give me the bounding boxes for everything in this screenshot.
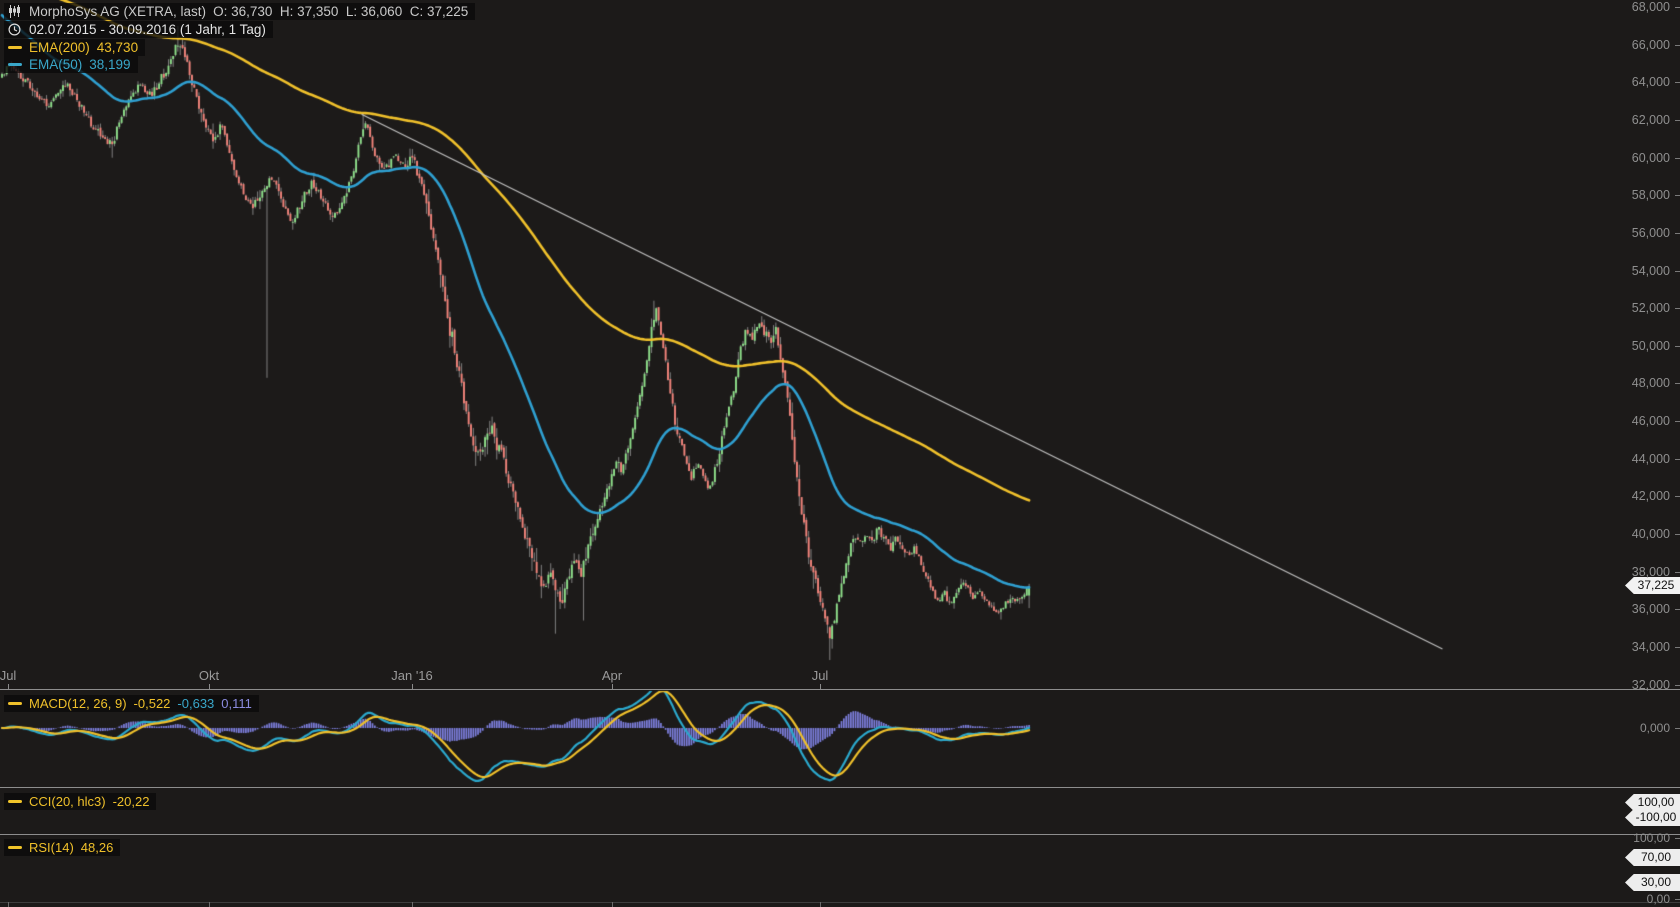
price-tick-label: 62,000 <box>1632 113 1670 127</box>
rsi-upper-badge: 70,00 <box>1625 849 1680 866</box>
instrument-title: MorphoSys AG (XETRA, last) <box>29 4 206 19</box>
price-tick-mark <box>1675 496 1680 497</box>
rsi-value: 48,26 <box>81 840 114 855</box>
time-tick-mark <box>8 684 9 689</box>
price-tick-mark <box>1675 383 1680 384</box>
rsi-bottom-label: 0,00 <box>1647 892 1670 906</box>
rsi-label: RSI(14) <box>29 840 74 855</box>
price-tick-mark <box>1675 534 1680 535</box>
bottom-tick-mark <box>820 902 821 907</box>
price-tick-label: 40,000 <box>1632 527 1670 541</box>
cci-upper-badge: 100,00 <box>1625 794 1680 811</box>
price-tick-label: 60,000 <box>1632 151 1670 165</box>
rsi-legend-row[interactable]: RSI(14) 48,26 <box>4 839 120 856</box>
time-tick-mark <box>209 684 210 689</box>
price-tick-mark <box>1675 195 1680 196</box>
macd-zero-label: 0,000 <box>1640 721 1670 735</box>
ema200-label: EMA(200) <box>29 40 90 55</box>
price-tick-label: 46,000 <box>1632 414 1670 428</box>
ema50-legend-row[interactable]: EMA(50) 38,199 <box>4 56 138 73</box>
macd-legend-row[interactable]: MACD(12, 26, 9) -0,522 -0,633 0,111 <box>4 695 259 712</box>
period-legend-row[interactable]: 02.07.2015 - 30.09.2016 (1 Jahr, 1 Tag) <box>4 21 273 38</box>
price-tick-label: 58,000 <box>1632 188 1670 202</box>
cci-rsi-separator <box>0 834 1680 835</box>
bottom-tick-mark <box>612 902 613 907</box>
ohlc-values: O: 36,730 H: 37,350 L: 36,060 C: 37,225 <box>213 4 468 19</box>
chart-canvas[interactable] <box>0 0 1680 907</box>
price-tick-label: 44,000 <box>1632 452 1670 466</box>
time-tick-label: Jul <box>0 668 16 683</box>
macd-value: -0,522 <box>134 696 171 711</box>
price-tick-label: 50,000 <box>1632 339 1670 353</box>
time-tick-label: Okt <box>199 668 219 683</box>
price-tick-label: 36,000 <box>1632 602 1670 616</box>
ema200-value: 43,730 <box>97 40 138 55</box>
macd-label: MACD(12, 26, 9) <box>29 696 127 711</box>
ema200-legend-row[interactable]: EMA(200) 43,730 <box>4 39 145 56</box>
price-tick-mark <box>1675 308 1680 309</box>
main-macd-separator <box>0 689 1680 690</box>
price-tick-mark <box>1675 685 1680 686</box>
price-tick-mark <box>1675 120 1680 121</box>
candlestick-chart-icon <box>7 5 22 18</box>
last-price-badge: 37,225 <box>1625 577 1680 594</box>
time-tick-mark <box>412 684 413 689</box>
rsi-lower-badge: 30,00 <box>1625 874 1680 891</box>
bottom-tick-mark <box>209 902 210 907</box>
price-tick-label: 48,000 <box>1632 376 1670 390</box>
cci-lower-badge: -100,00 <box>1625 809 1680 826</box>
cci-value: -20,22 <box>113 794 150 809</box>
ema200-line-icon <box>7 46 22 49</box>
cci-label: CCI(20, hlc3) <box>29 794 106 809</box>
ema50-line-icon <box>7 63 22 66</box>
price-tick-mark <box>1675 233 1680 234</box>
time-tick-label: Apr <box>602 668 622 683</box>
macd-line-icon <box>7 702 22 705</box>
price-tick-label: 32,000 <box>1632 678 1670 692</box>
price-tick-label: 56,000 <box>1632 226 1670 240</box>
price-tick-label: 66,000 <box>1632 38 1670 52</box>
time-tick-mark <box>820 684 821 689</box>
clock-icon <box>7 23 22 36</box>
price-tick-mark <box>1675 346 1680 347</box>
price-tick-label: 38,000 <box>1632 565 1670 579</box>
rsi-top-label: 100,00 <box>1633 831 1670 845</box>
price-tick-mark <box>1675 7 1680 8</box>
price-tick-mark <box>1675 271 1680 272</box>
price-tick-label: 34,000 <box>1632 640 1670 654</box>
time-tick-label: Jul <box>812 668 829 683</box>
ema50-label: EMA(50) <box>29 57 82 72</box>
bottom-axis-line <box>0 902 1680 903</box>
instrument-legend-row[interactable]: MorphoSys AG (XETRA, last) O: 36,730 H: 3… <box>4 3 475 20</box>
price-tick-mark <box>1675 421 1680 422</box>
macd-hist-value: 0,111 <box>221 696 252 711</box>
price-tick-label: 52,000 <box>1632 301 1670 315</box>
cci-legend-row[interactable]: CCI(20, hlc3) -20,22 <box>4 793 156 810</box>
bottom-tick-mark <box>412 902 413 907</box>
price-tick-mark <box>1675 45 1680 46</box>
price-tick-mark <box>1675 158 1680 159</box>
bottom-tick-mark <box>8 902 9 907</box>
time-tick-mark <box>612 684 613 689</box>
macd-zero-tick <box>1675 728 1680 729</box>
price-tick-label: 64,000 <box>1632 75 1670 89</box>
price-tick-mark <box>1675 82 1680 83</box>
price-tick-mark <box>1675 647 1680 648</box>
price-tick-label: 68,000 <box>1632 0 1670 14</box>
price-tick-mark <box>1675 609 1680 610</box>
time-tick-label: Jan '16 <box>391 668 433 683</box>
price-tick-label: 42,000 <box>1632 489 1670 503</box>
ema50-value: 38,199 <box>89 57 130 72</box>
rsi-bottom-tick <box>1675 899 1680 900</box>
rsi-top-tick <box>1675 838 1680 839</box>
macd-cci-separator <box>0 787 1680 788</box>
price-tick-label: 54,000 <box>1632 264 1670 278</box>
rsi-line-icon <box>7 846 22 849</box>
period-range: 02.07.2015 - 30.09.2016 (1 Jahr, 1 Tag) <box>29 22 266 37</box>
macd-signal-value: -0,633 <box>177 696 214 711</box>
cci-line-icon <box>7 800 22 803</box>
chart-application: MorphoSys AG (XETRA, last) O: 36,730 H: 3… <box>0 0 1680 907</box>
price-tick-mark <box>1675 572 1680 573</box>
price-tick-mark <box>1675 459 1680 460</box>
